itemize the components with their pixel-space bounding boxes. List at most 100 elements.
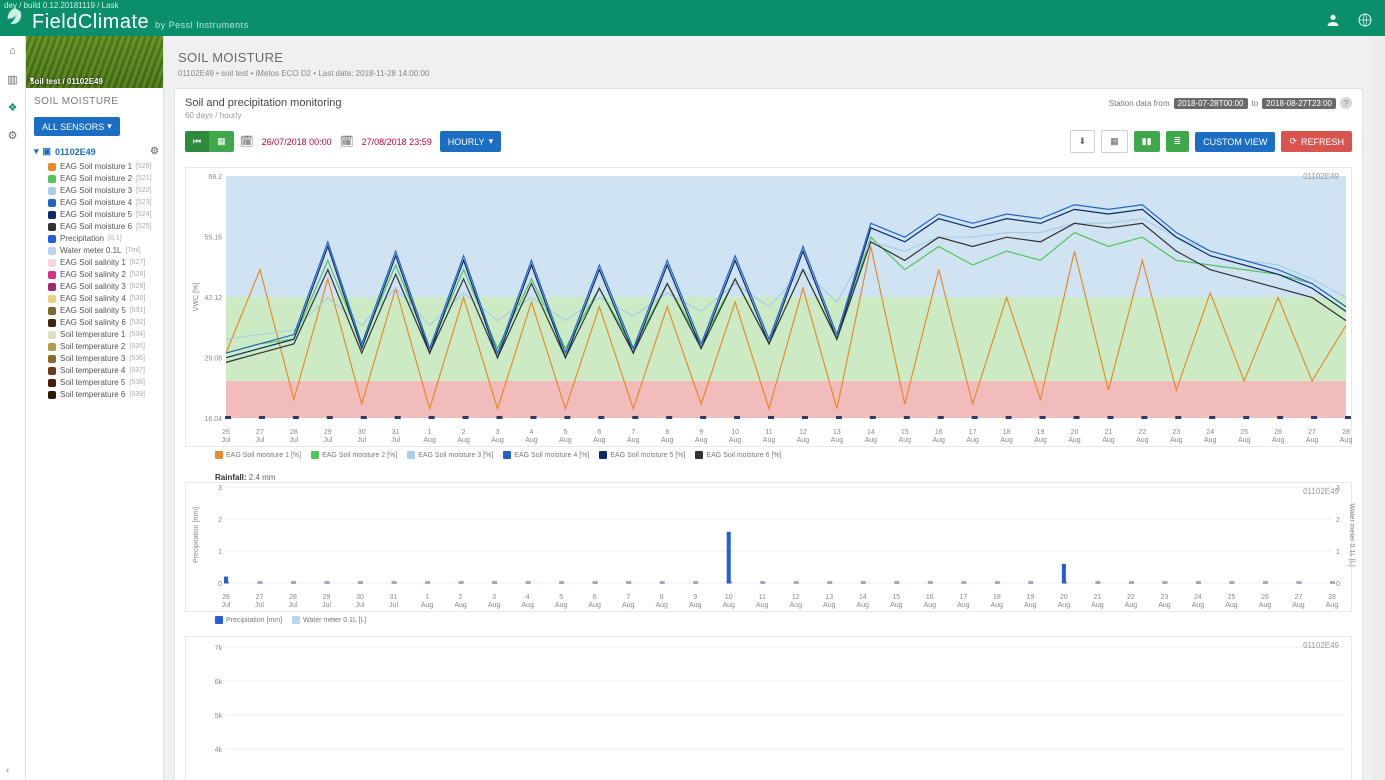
legend-item[interactable]: EAG Soil moisture 2 [%] [311, 451, 397, 459]
svg-text:Aug: Aug [722, 602, 735, 609]
nav-home[interactable]: ⌂ [4, 42, 22, 60]
sensor-item[interactable]: EAG Soil moisture 3 [522] [48, 185, 159, 197]
legend-item[interactable]: EAG Soil moisture 3 [%] [407, 451, 493, 459]
sensor-item[interactable]: Soil temperature 1 [534] [48, 329, 159, 341]
sensor-item[interactable]: EAG Soil salinity 6 [532] [48, 317, 159, 329]
svg-text:Jul: Jul [222, 602, 231, 609]
svg-text:Aug: Aug [593, 437, 606, 444]
svg-text:2: 2 [459, 594, 463, 601]
svg-text:Aug: Aug [729, 437, 742, 444]
svg-text:Aug: Aug [1292, 602, 1305, 609]
svg-text:26: 26 [222, 594, 230, 601]
svg-text:Aug: Aug [555, 602, 568, 609]
legend-item[interactable]: Precipitation [mm] [215, 616, 282, 624]
svg-text:Aug: Aug [890, 602, 903, 609]
sensor-item[interactable]: Precipitation [0.1] [48, 233, 159, 245]
sensor-item[interactable]: EAG Soil salinity 4 [530] [48, 293, 159, 305]
sensor-swatch [48, 367, 56, 375]
svg-text:Aug: Aug [627, 437, 640, 444]
svg-text:Aug: Aug [1238, 437, 1251, 444]
legend-item[interactable]: Water meter 0.1L [L] [292, 616, 366, 624]
nav-soil[interactable]: ❖ [4, 98, 22, 116]
calendar-icon[interactable]: 🗓 [240, 135, 254, 148]
globe-icon[interactable] [1357, 12, 1373, 28]
sensor-item[interactable]: EAG Soil moisture 6 [525] [48, 221, 159, 233]
svg-text:Aug: Aug [1136, 437, 1149, 444]
hourly-button[interactable]: HOURLY ▾ [440, 131, 501, 152]
custom-view-button[interactable]: CUSTOM VIEW [1195, 132, 1275, 152]
svg-text:Aug: Aug [661, 437, 674, 444]
collapse-rail[interactable]: ‹ [6, 765, 9, 776]
svg-text:Aug: Aug [1204, 437, 1217, 444]
svg-text:Aug: Aug [1158, 602, 1171, 609]
chart-salinity[interactable]: 01102E49 4k5k6k7k [185, 636, 1352, 780]
svg-text:25: 25 [1228, 594, 1236, 601]
sensor-item[interactable]: Soil temperature 2 [535] [48, 341, 159, 353]
sensor-item[interactable]: EAG Soil salinity 1 [527] [48, 257, 159, 269]
svg-text:Aug: Aug [525, 437, 538, 444]
nav-settings[interactable]: ⚙ [4, 126, 22, 144]
svg-text:2: 2 [462, 429, 466, 436]
scrollbar[interactable] [1373, 36, 1385, 780]
svg-text:Water meter 0.1L [L]: Water meter 0.1L [L] [1348, 503, 1355, 566]
sensor-item[interactable]: EAG Soil salinity 2 [528] [48, 269, 159, 281]
sensor-item[interactable]: Soil temperature 5 [538] [48, 377, 159, 389]
sensor-item[interactable]: Soil temperature 4 [537] [48, 365, 159, 377]
user-icon[interactable] [1325, 12, 1341, 28]
svg-text:Aug: Aug [823, 602, 836, 609]
legend-item[interactable]: EAG Soil moisture 6 [%] [695, 451, 781, 459]
chart-rainfall[interactable]: 01102E49 00112233Precipitation [mm]Water… [185, 482, 1352, 612]
svg-text:Aug: Aug [488, 602, 501, 609]
card-title: Soil and precipitation monitoring [185, 97, 342, 109]
all-sensors-button[interactable]: ALL SENSORS▾ [34, 117, 120, 136]
date-to-input[interactable]: 27/08/2018 23:59 [360, 133, 434, 151]
svg-text:Jul: Jul [391, 437, 400, 444]
calendar-icon[interactable]: 🗓 [340, 135, 354, 148]
station-selector[interactable]: soil test / 01102E49 ▾ [26, 36, 163, 88]
svg-text:Jul: Jul [389, 602, 398, 609]
sensor-swatch [48, 163, 56, 171]
download-button[interactable]: ⬇ [1070, 130, 1096, 153]
sensor-item[interactable]: EAG Soil moisture 2 [521] [48, 173, 159, 185]
chart-soil-moisture[interactable]: 01102E49 16.0429.0842.1255.1668.2VWC [%]… [185, 167, 1352, 447]
sensor-item[interactable]: Soil temperature 6 [539] [48, 389, 159, 401]
sensor-item[interactable]: EAG Soil salinity 3 [529] [48, 281, 159, 293]
legend-item[interactable]: EAG Soil moisture 4 [%] [503, 451, 589, 459]
breadcrumb: 01102E49 • soil test • iMetos ECO D2 • L… [178, 69, 1359, 78]
svg-text:5: 5 [559, 594, 563, 601]
svg-text:26: 26 [222, 429, 230, 436]
svg-text:55.16: 55.16 [204, 234, 222, 241]
svg-text:Jul: Jul [255, 437, 264, 444]
svg-text:VWC [%]: VWC [%] [193, 283, 200, 311]
step-back-button[interactable]: ⏮ [185, 131, 209, 152]
sensor-item[interactable]: EAG Soil moisture 4 [523] [48, 197, 159, 209]
chart-bar-button[interactable]: ▮▮ [1134, 131, 1160, 152]
svg-text:17: 17 [959, 594, 967, 601]
svg-text:Aug: Aug [655, 602, 668, 609]
svg-text:Aug: Aug [924, 602, 937, 609]
gear-icon[interactable]: ⚙ [150, 146, 159, 157]
svg-text:Jul: Jul [357, 437, 366, 444]
tree-head[interactable]: ▾ ▣ 01102E49 ⚙ [26, 144, 163, 159]
brand: FieldClimate by Pessl Instruments [4, 6, 249, 34]
sensor-item[interactable]: EAG Soil salinity 5 [531] [48, 305, 159, 317]
date-from-input[interactable]: 26/07/2018 00:00 [260, 133, 334, 151]
nav-chart[interactable]: ▥ [4, 70, 22, 88]
sensor-item[interactable]: EAG Soil moisture 1 [528] [48, 161, 159, 173]
refresh-button[interactable]: ⟳ REFRESH [1281, 131, 1352, 152]
sensor-swatch [48, 283, 56, 291]
sensor-item[interactable]: EAG Soil moisture 5 [524] [48, 209, 159, 221]
legend-item[interactable]: EAG Soil moisture 5 [%] [599, 451, 685, 459]
svg-text:15: 15 [892, 594, 900, 601]
svg-text:Aug: Aug [1306, 437, 1319, 444]
help-icon[interactable]: ? [1340, 97, 1352, 109]
svg-text:7: 7 [626, 594, 630, 601]
svg-text:12: 12 [799, 429, 807, 436]
legend-item[interactable]: EAG Soil moisture 1 [%] [215, 451, 301, 459]
grid-button[interactable]: ▦ [1101, 130, 1128, 153]
svg-text:0: 0 [1336, 581, 1340, 588]
sensor-item[interactable]: Water meter 0.1L [7ml] [48, 245, 159, 257]
calendar-range-button[interactable]: ▦ [209, 131, 234, 152]
sensor-item[interactable]: Soil temperature 3 [536] [48, 353, 159, 365]
chart-line-button[interactable]: ≣ [1166, 131, 1190, 152]
